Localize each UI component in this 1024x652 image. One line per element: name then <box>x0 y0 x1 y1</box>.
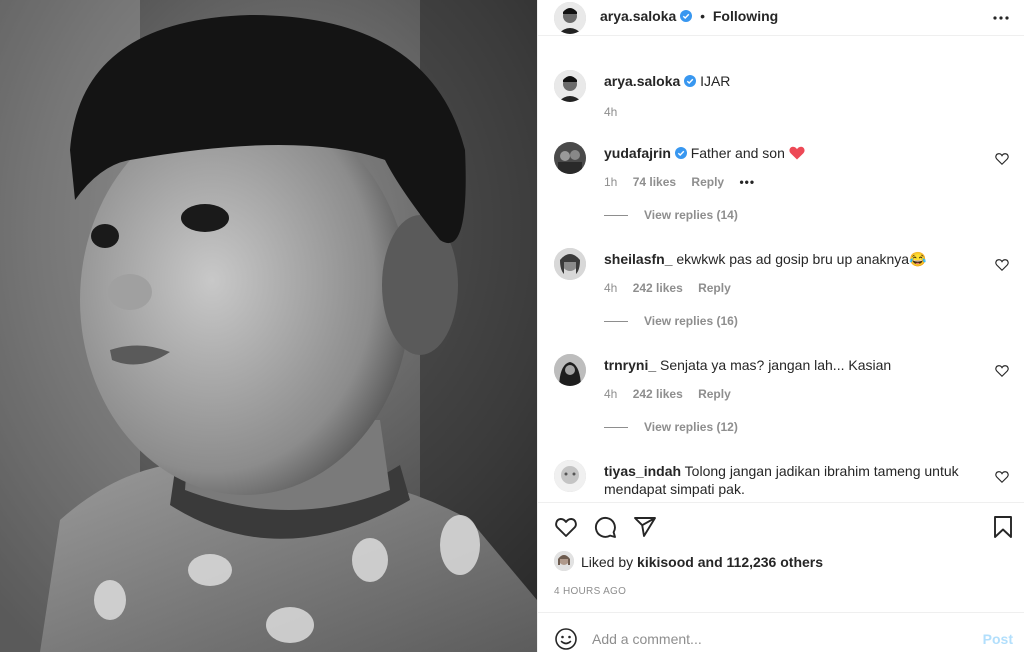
comment-username[interactable]: trnryni_ <box>604 357 656 373</box>
comment-time[interactable]: 1h <box>604 175 617 189</box>
more-options-icon[interactable] <box>991 8 1011 28</box>
comment-username[interactable]: tiyas_indah <box>604 463 681 479</box>
comment-meta: 1h 74 likes Reply ••• <box>604 175 767 189</box>
red-heart-icon <box>789 146 805 160</box>
reply-button[interactable]: Reply <box>698 387 731 401</box>
replies-line <box>604 427 628 429</box>
comment-text: ekwkwk pas ad gosip bru up anaknya😂 <box>676 251 927 267</box>
verified-badge-icon <box>674 147 687 159</box>
comment-username[interactable]: yudafajrin <box>604 145 671 161</box>
author-avatar[interactable] <box>554 70 586 102</box>
comment-time[interactable]: 4h <box>604 387 617 401</box>
comment-username[interactable]: sheilasfn_ <box>604 251 672 267</box>
like-comment-icon[interactable] <box>995 152 1009 166</box>
commenter-avatar[interactable] <box>554 248 586 280</box>
author-username[interactable]: arya.saloka <box>600 8 676 24</box>
comment-input[interactable] <box>592 627 972 651</box>
post-photo[interactable] <box>0 0 537 652</box>
comment-body: sheilasfn_ ekwkwk pas ad gosip bru up an… <box>604 250 984 268</box>
comment-likes[interactable]: 242 likes <box>633 387 683 401</box>
comment-body: trnryni_ Senjata ya mas? jangan lah... K… <box>604 356 984 374</box>
post-timestamp[interactable]: 4 HOURS AGO <box>554 586 626 597</box>
liked-by-and[interactable]: and 112,236 others <box>698 554 823 570</box>
comment-likes[interactable]: 242 likes <box>633 281 683 295</box>
commenter-avatar[interactable] <box>554 354 586 386</box>
reply-button[interactable]: Reply <box>698 281 731 295</box>
share-paper-plane-icon[interactable] <box>633 515 657 539</box>
view-replies-label: View replies (16) <box>644 314 738 328</box>
comment-likes[interactable]: 74 likes <box>633 175 676 189</box>
comment-text: Father and son <box>690 145 785 161</box>
caption-time[interactable]: 4h <box>604 105 617 119</box>
replies-line <box>604 215 628 217</box>
verified-badge-icon <box>680 10 693 22</box>
following-button[interactable]: Following <box>713 8 778 24</box>
comment-body: tiyas_indah Tolong jangan jadikan ibrahi… <box>604 462 984 498</box>
comment-meta: 4h 242 likes Reply <box>604 281 743 295</box>
post-comment-button[interactable]: Post <box>983 631 1013 647</box>
caption-meta: 4h <box>604 105 629 119</box>
liked-by-user[interactable]: kikisood <box>637 554 694 570</box>
like-comment-icon[interactable] <box>995 364 1009 378</box>
liked-by-prefix: Liked by <box>581 554 634 570</box>
comments-list[interactable]: arya.saloka IJAR 4h yudafajrin Father an… <box>538 37 1024 501</box>
view-replies-button[interactable]: View replies (14) <box>604 208 738 222</box>
emoji-icon[interactable] <box>554 627 578 651</box>
bookmark-icon[interactable] <box>991 515 1015 539</box>
like-comment-icon[interactable] <box>995 470 1009 484</box>
post-panel: arya.saloka • Following arya.saloka IJAR… <box>537 0 1024 652</box>
view-replies-label: View replies (14) <box>644 208 738 222</box>
reply-button[interactable]: Reply <box>691 175 724 189</box>
author-avatar[interactable] <box>554 2 586 34</box>
like-comment-icon[interactable] <box>995 258 1009 272</box>
view-replies-button[interactable]: View replies (12) <box>604 420 738 434</box>
verified-badge-icon <box>684 75 697 87</box>
caption-username[interactable]: arya.saloka <box>604 73 680 89</box>
comment-text: Senjata ya mas? jangan lah... Kasian <box>660 357 892 373</box>
post-header: arya.saloka • Following <box>538 0 1024 36</box>
header-text: arya.saloka • Following <box>600 8 778 24</box>
comment-more-button[interactable]: ••• <box>739 175 755 189</box>
liker-avatar[interactable] <box>554 551 574 571</box>
action-bar <box>538 502 1024 546</box>
view-replies-button[interactable]: View replies (16) <box>604 314 738 328</box>
commenter-avatar[interactable] <box>554 460 586 492</box>
separator-dot: • <box>700 8 705 24</box>
view-replies-label: View replies (12) <box>644 420 738 434</box>
caption-text: IJAR <box>700 73 731 89</box>
likes-text: Liked by kikisood and 112,236 others <box>581 554 823 570</box>
add-comment-bar: Post <box>538 612 1024 652</box>
caption-body: arya.saloka IJAR <box>604 72 984 90</box>
replies-line <box>604 321 628 323</box>
commenter-avatar[interactable] <box>554 142 586 174</box>
comment-meta: 4h 242 likes Reply <box>604 387 743 401</box>
like-heart-icon[interactable] <box>554 515 578 539</box>
comment-time[interactable]: 4h <box>604 281 617 295</box>
comment-bubble-icon[interactable] <box>593 515 617 539</box>
comment-body: yudafajrin Father and son <box>604 144 984 162</box>
